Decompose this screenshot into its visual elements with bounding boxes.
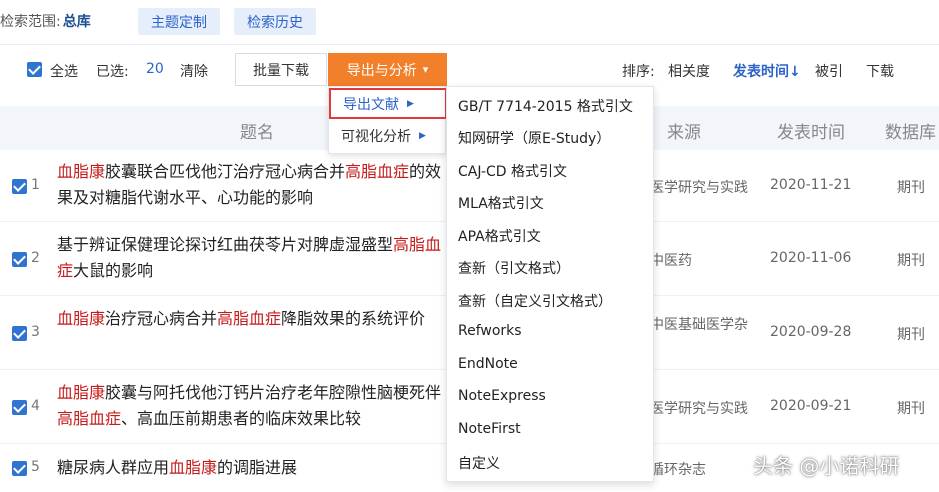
title-part: 治疗冠心病合并 — [105, 309, 218, 328]
watermark: 头条 @小诺科研 — [753, 454, 900, 478]
menu-item-noteexpress[interactable]: NoteExpress — [458, 388, 546, 404]
caret-right-icon: ▶ — [419, 131, 426, 141]
row-title-link[interactable]: 血脂康治疗冠心病合并高脂血症降脂效果的系统评价 — [57, 306, 457, 332]
row-database: 期刊 — [897, 327, 925, 343]
row-number: 4 — [31, 398, 40, 414]
menu-item-notefirst[interactable]: NoteFirst — [458, 421, 521, 437]
title-part: 血脂康 — [169, 458, 218, 477]
clear-selection-link[interactable]: 清除 — [180, 61, 208, 81]
title-part: 胶囊与阿托伐他汀钙片治疗老年腔隙性脑梗死伴 — [105, 383, 442, 402]
row-source[interactable]: 中医药 — [650, 250, 692, 270]
title-part: 血脂康 — [57, 162, 106, 181]
row-source[interactable]: 医学研究与实践 — [650, 177, 748, 197]
title-part: 基于辨证保健理论探讨红曲茯苓片对脾虚湿盛型 — [57, 235, 394, 254]
menu-item-novelty-custom[interactable]: 查新（自定义引文格式） — [458, 291, 612, 311]
header-source: 来源 — [667, 123, 701, 143]
title-part: 高脂血症 — [57, 409, 122, 428]
sort-download[interactable]: 下载 — [866, 61, 894, 81]
row-date: 2020-09-28 — [770, 324, 852, 340]
row-number: 5 — [31, 459, 40, 475]
row-title-link[interactable]: 糖尿病人群应用血脂康的调脂进展 — [57, 455, 457, 481]
row-number: 3 — [31, 324, 40, 340]
menu-item-novelty-search[interactable]: 查新（引文格式） — [458, 258, 570, 278]
row-database: 期刊 — [897, 253, 925, 269]
batch-download-button[interactable]: 批量下载 — [235, 53, 327, 86]
sort-cited[interactable]: 被引 — [815, 61, 843, 81]
menu-item-custom[interactable]: 自定义 — [458, 453, 500, 473]
menu-item-visual-analysis[interactable]: 可视化分析 ▶ — [329, 121, 447, 151]
header-date: 发表时间 — [777, 123, 845, 143]
row-checkbox[interactable] — [12, 252, 27, 267]
citation-format-submenu: GB/T 7714-2015 格式引文 知网研学（原E-Study） CAJ-C… — [446, 86, 654, 482]
row-checkbox[interactable] — [12, 179, 27, 194]
search-scope: 检索范围: 总库 — [0, 8, 91, 34]
title-part: 大鼠的影响 — [73, 261, 154, 280]
row-database: 期刊 — [897, 401, 925, 417]
row-checkbox[interactable] — [12, 326, 27, 341]
row-checkbox[interactable] — [12, 400, 27, 415]
export-analyze-label: 导出与分析 — [346, 62, 417, 79]
row-title-link[interactable]: 血脂康胶囊联合匹伐他汀治疗冠心病合并高脂血症的效果及对糖脂代谢水平、心功能的影响 — [57, 159, 457, 211]
row-database: 期刊 — [897, 180, 925, 196]
row-title-link[interactable]: 基于辨证保健理论探讨红曲茯苓片对脾虚湿盛型高脂血症大鼠的影响 — [57, 232, 457, 284]
arrow-down-icon: ↓ — [789, 64, 801, 80]
sort-relevance[interactable]: 相关度 — [668, 61, 710, 81]
title-part: 高脂血症 — [217, 309, 282, 328]
search-history-button[interactable]: 检索历史 — [234, 8, 316, 35]
selected-label: 已选: — [96, 64, 129, 80]
title-part: 、高血压前期患者的临床效果比较 — [121, 409, 362, 428]
menu-item-label: 导出文献 — [343, 96, 399, 113]
header-title: 题名 — [240, 123, 274, 143]
title-part: 血脂康 — [57, 309, 106, 328]
row-source[interactable]: 医学研究与实践 — [650, 398, 748, 418]
header-database: 数据库 — [885, 123, 936, 143]
sort-publish-date[interactable]: 发表时间↓ — [733, 61, 801, 81]
title-part: 血脂康 — [57, 383, 106, 402]
menu-item-estudy[interactable]: 知网研学（原E-Study） — [458, 128, 610, 148]
caret-right-icon: ▶ — [407, 98, 414, 109]
select-all-label[interactable]: 全选 — [50, 61, 78, 81]
selected-count: 20 — [146, 61, 164, 77]
menu-item-gbt7714[interactable]: GB/T 7714-2015 格式引文 — [458, 96, 633, 116]
title-part: 的调脂进展 — [217, 458, 298, 477]
menu-item-endnote[interactable]: EndNote — [458, 356, 518, 372]
menu-item-apa[interactable]: APA格式引文 — [458, 226, 541, 246]
select-all-checkbox[interactable] — [27, 62, 42, 77]
row-date: 2020-11-21 — [770, 177, 852, 193]
sort-label: 排序: — [622, 64, 655, 80]
menu-item-export-references[interactable]: 导出文献 ▶ — [329, 88, 447, 119]
row-source[interactable]: 中医基础医学杂 — [650, 314, 748, 334]
title-part: 高脂血症 — [345, 162, 410, 181]
search-scope-label: 检索范围: — [0, 14, 61, 30]
row-number: 1 — [31, 177, 40, 193]
results-toolbar: 全选 已选: 20 清除 批量下载 导出与分析 ▾ 排序: 相关度 发表时间↓ … — [0, 44, 939, 92]
topic-customize-button[interactable]: 主题定制 — [138, 8, 220, 35]
export-dropdown-menu: 导出文献 ▶ 可视化分析 ▶ — [328, 86, 447, 154]
chevron-down-icon: ▾ — [422, 63, 429, 76]
row-title-link[interactable]: 血脂康胶囊与阿托伐他汀钙片治疗老年腔隙性脑梗死伴高脂血症、高血压前期患者的临床效… — [57, 380, 457, 432]
menu-item-cajcd[interactable]: CAJ-CD 格式引文 — [458, 161, 567, 181]
menu-item-mla[interactable]: MLA格式引文 — [458, 193, 544, 213]
row-checkbox[interactable] — [12, 461, 27, 476]
menu-item-label: 可视化分析 — [341, 129, 411, 145]
menu-item-refworks[interactable]: Refworks — [458, 323, 522, 339]
title-part: 降脂效果的系统评价 — [281, 309, 426, 328]
sort-publish-date-label: 发表时间 — [733, 64, 789, 80]
row-date: 2020-11-06 — [770, 250, 852, 266]
row-date: 2020-09-21 — [770, 398, 852, 414]
export-analyze-button[interactable]: 导出与分析 ▾ — [328, 53, 447, 86]
row-source[interactable]: 循环杂志 — [650, 459, 706, 479]
title-part: 糖尿病人群应用 — [57, 458, 170, 477]
search-scope-value[interactable]: 总库 — [63, 11, 91, 31]
title-part: 胶囊联合匹伐他汀治疗冠心病合并 — [105, 162, 346, 181]
row-number: 2 — [31, 250, 40, 266]
